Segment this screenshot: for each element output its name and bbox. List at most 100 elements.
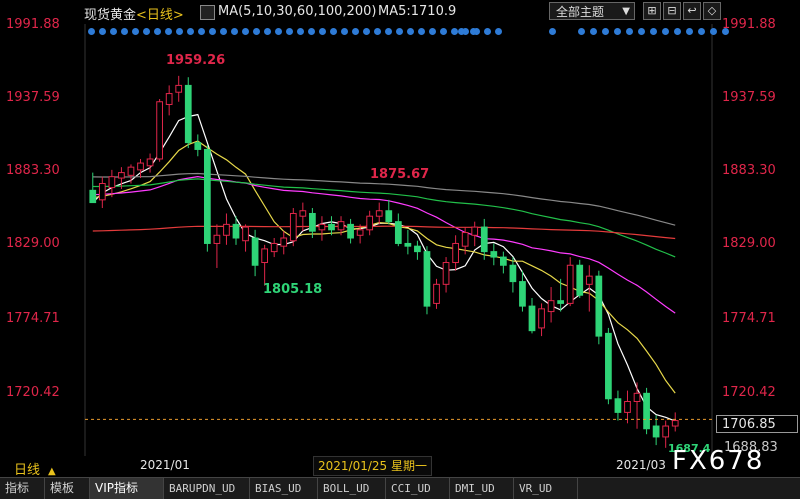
event-dot[interactable] (470, 28, 477, 35)
candle-body[interactable] (509, 264, 517, 283)
event-dot[interactable] (198, 28, 205, 35)
event-dot[interactable] (710, 28, 717, 35)
candle-body[interactable] (614, 398, 622, 413)
candle-body[interactable] (337, 221, 345, 231)
layout-icon[interactable]: ⊟ (663, 2, 681, 20)
candle-body[interactable] (633, 392, 641, 403)
event-dot[interactable] (220, 28, 227, 35)
event-dot[interactable] (132, 28, 139, 35)
candle-body[interactable] (662, 425, 670, 438)
candle-body[interactable] (318, 223, 326, 231)
candle-body[interactable] (223, 223, 230, 236)
candle-body[interactable] (213, 234, 221, 244)
candle-body[interactable] (538, 308, 545, 329)
candle-body[interactable] (251, 237, 259, 266)
draw-icon[interactable]: ◇ (703, 2, 721, 20)
event-dot[interactable] (407, 28, 414, 35)
event-dot[interactable] (143, 28, 150, 35)
candle-body[interactable] (490, 251, 498, 258)
event-dot[interactable] (121, 28, 128, 35)
event-dot[interactable] (590, 28, 597, 35)
candle-body[interactable] (385, 210, 393, 223)
event-dot[interactable] (440, 28, 447, 35)
event-dot[interactable] (458, 28, 465, 35)
candle-body[interactable] (280, 237, 288, 247)
candle-body[interactable] (242, 226, 249, 242)
candle-body[interactable] (89, 189, 97, 204)
candle-body[interactable] (585, 275, 593, 285)
candle-body[interactable] (404, 242, 412, 247)
event-dot[interactable] (176, 28, 183, 35)
event-dot[interactable] (187, 28, 194, 35)
event-dot[interactable] (578, 28, 585, 35)
candle-body[interactable] (108, 176, 116, 189)
event-dot[interactable] (165, 28, 172, 35)
tab-boll[interactable]: BOLL_UD (318, 478, 386, 499)
candlestick-chart[interactable] (0, 0, 800, 456)
event-dot[interactable] (88, 28, 95, 35)
candle-body[interactable] (289, 212, 297, 242)
candle-body[interactable] (652, 425, 660, 438)
candle-body[interactable] (261, 248, 269, 264)
theme-dropdown[interactable]: 全部主题 ▼ (549, 2, 635, 20)
event-dot[interactable] (451, 28, 458, 35)
tab-dmi[interactable]: DMI_UD (450, 478, 514, 499)
event-dot[interactable] (110, 28, 117, 35)
tab-barupdn[interactable]: BARUPDN_UD (164, 478, 250, 499)
candle-body[interactable] (203, 148, 211, 244)
candle-body[interactable] (547, 300, 555, 313)
event-dot[interactable] (286, 28, 293, 35)
candle-body[interactable] (184, 84, 192, 144)
candle-body[interactable] (461, 232, 469, 247)
event-dot[interactable] (363, 28, 370, 35)
event-dot[interactable] (297, 28, 304, 35)
indicator-icon[interactable] (200, 5, 215, 20)
candle-body[interactable] (175, 84, 183, 93)
event-dot[interactable] (418, 28, 425, 35)
event-dot[interactable] (674, 28, 681, 35)
event-dot[interactable] (308, 28, 315, 35)
candle-body[interactable] (118, 172, 125, 179)
event-dot[interactable] (614, 28, 621, 35)
event-dot[interactable] (650, 28, 657, 35)
event-dot[interactable] (374, 28, 381, 35)
candle-body[interactable] (671, 420, 679, 427)
candle-body[interactable] (528, 305, 536, 332)
candle-body[interactable] (309, 212, 316, 232)
event-dot[interactable] (698, 28, 705, 35)
candle-body[interactable] (423, 251, 431, 307)
event-dot[interactable] (686, 28, 693, 35)
event-dot[interactable] (341, 28, 348, 35)
tab-cci[interactable]: CCI_UD (386, 478, 450, 499)
candle-body[interactable] (595, 275, 603, 337)
candle-body[interactable] (394, 221, 402, 244)
grid-icon[interactable]: ⊞ (643, 2, 661, 20)
candle-body[interactable] (576, 264, 584, 296)
event-dot[interactable] (154, 28, 161, 35)
tab-indicators[interactable]: 指标 (0, 478, 45, 499)
candle-body[interactable] (127, 166, 135, 176)
candle-body[interactable] (442, 262, 450, 285)
event-dot[interactable] (352, 28, 359, 35)
event-dot[interactable] (275, 28, 282, 35)
candle-body[interactable] (165, 93, 173, 105)
event-dot[interactable] (429, 28, 436, 35)
candle-body[interactable] (375, 210, 383, 217)
candle-body[interactable] (270, 242, 278, 253)
candle-body[interactable] (643, 392, 650, 430)
candle-body[interactable] (146, 158, 154, 167)
candle-body[interactable] (194, 142, 202, 150)
event-dot[interactable] (484, 28, 491, 35)
candle-body[interactable] (356, 229, 364, 236)
candle-body[interactable] (156, 101, 163, 160)
candle-body[interactable] (347, 223, 354, 239)
event-dot[interactable] (385, 28, 392, 35)
candle-body[interactable] (232, 223, 240, 239)
candle-body[interactable] (499, 256, 507, 266)
candle-body[interactable] (137, 162, 144, 171)
candle-body[interactable] (480, 226, 488, 253)
event-dot[interactable] (99, 28, 106, 35)
candle-body[interactable] (328, 223, 335, 231)
candle-body[interactable] (433, 283, 440, 304)
period-selector[interactable]: 日线 ▲ (14, 459, 56, 478)
